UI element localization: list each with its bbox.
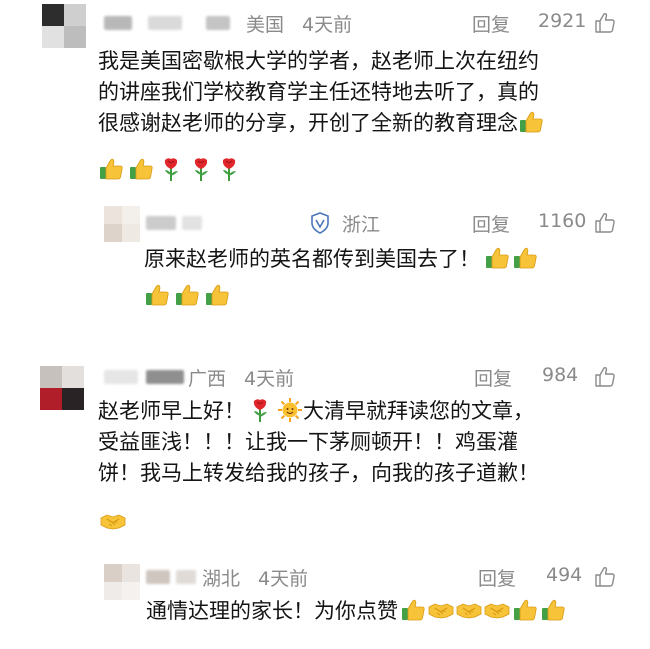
rose-icon	[188, 156, 214, 182]
thumbs-up-icon	[98, 156, 124, 182]
thumbs-up-icon	[540, 597, 566, 623]
avatar[interactable]	[40, 366, 84, 410]
rose-icon	[216, 156, 242, 182]
avatar[interactable]	[104, 564, 140, 600]
comment-line: 我是美国密歇根大学的学者，赵老师上次在纽约	[98, 49, 539, 73]
comment-meta: 湖北 4天前 回复 494	[146, 564, 626, 590]
comment-2-reply: 浙江 回复 1160 原来赵老师的英名都传到美国去了！	[0, 196, 650, 336]
username-blurred[interactable]	[146, 216, 176, 230]
vip-shield-icon	[311, 212, 329, 234]
username-blurred[interactable]	[148, 16, 182, 30]
comment-line-text: 通情达理的家长！为你点赞	[146, 599, 398, 623]
username-blurred[interactable]	[206, 16, 230, 30]
handshake-icon	[484, 597, 510, 623]
rose-icon	[247, 397, 273, 423]
handshake-icon	[428, 597, 454, 623]
region-label: 美国	[246, 14, 285, 36]
username-blurred[interactable]	[104, 370, 138, 384]
like-count: 2921	[538, 10, 587, 32]
thumbs-up-icon	[128, 156, 154, 182]
comment-line-text: 原来赵老师的英名都传到美国去了！	[144, 247, 480, 271]
comment-line: 赵老师早上好！ 大清早就拜读您的文章，	[98, 396, 539, 427]
rose-icon	[158, 156, 184, 182]
like-icon[interactable]	[594, 12, 616, 34]
timestamp: 4天前	[302, 14, 353, 36]
username-blurred[interactable]	[176, 570, 196, 584]
comment-meta: 浙江 回复 1160	[146, 210, 626, 236]
emoji-row	[98, 156, 258, 186]
like-icon[interactable]	[594, 566, 616, 588]
timestamp: 4天前	[258, 568, 309, 590]
region-label: 广西	[188, 368, 227, 390]
region-label: 浙江	[342, 214, 381, 236]
avatar[interactable]	[104, 206, 140, 242]
region-label: 湖北	[202, 568, 241, 590]
comment-3: 广西 4天前 回复 984 赵老师早上好！ 大清早就拜读您的文章， 受益匪浅！！！…	[0, 360, 650, 540]
reply-button[interactable]: 回复	[474, 364, 512, 391]
reply-button[interactable]: 回复	[472, 210, 510, 237]
reply-button[interactable]: 回复	[472, 10, 510, 37]
emoji-row	[144, 282, 244, 312]
comment-text: 原来赵老师的英名都传到美国去了！	[144, 244, 538, 275]
avatar[interactable]	[42, 4, 86, 48]
handshake-icon	[100, 508, 126, 534]
thumbs-up-icon	[484, 245, 510, 271]
username-blurred[interactable]	[146, 370, 184, 384]
thumbs-up-icon	[518, 109, 544, 135]
comment-line: 的讲座我们学校教育学主任还特地去听了，真的	[98, 80, 539, 104]
thumbs-up-icon	[512, 245, 538, 271]
comment-line-text: 大清早就拜读您的文章，	[303, 399, 534, 423]
emoji-row	[100, 508, 140, 538]
comment-text: 赵老师早上好！ 大清早就拜读您的文章， 受益匪浅！！！让我一下茅厕顿开！！鸡蛋灌 …	[98, 396, 539, 489]
reply-button[interactable]: 回复	[478, 564, 516, 591]
thumbs-up-icon	[174, 282, 200, 308]
comment-1: 美国 4天前 回复 2921 我是美国密歇根大学的学者，赵老师上次在纽约 的讲座…	[0, 0, 650, 190]
comment-line: 原来赵老师的英名都传到美国去了！	[144, 244, 538, 275]
like-icon[interactable]	[594, 212, 616, 234]
comment-line: 很感谢赵老师的分享，开创了全新的教育理念	[98, 108, 544, 139]
username-blurred[interactable]	[146, 570, 170, 584]
comment-line: 饼！我马上转发给我的孩子，向我的孩子道歉！	[98, 461, 539, 485]
like-icon[interactable]	[594, 366, 616, 388]
thumbs-up-icon	[204, 282, 230, 308]
comment-line-text: 很感谢赵老师的分享，开创了全新的教育理念	[98, 111, 518, 135]
thumbs-up-icon	[144, 282, 170, 308]
like-count: 984	[542, 364, 579, 386]
username-blurred[interactable]	[104, 16, 132, 30]
comment-4-reply: 湖北 4天前 回复 494 通情达理的家长！为你点赞	[0, 556, 650, 649]
like-count: 494	[546, 564, 583, 586]
timestamp: 4天前	[244, 368, 295, 390]
comment-text: 我是美国密歇根大学的学者，赵老师上次在纽约 的讲座我们学校教育学主任还特地去听了…	[98, 46, 544, 139]
comment-line-text: 赵老师早上好！	[98, 399, 245, 423]
username-blurred[interactable]	[182, 216, 202, 230]
like-count: 1160	[538, 210, 587, 232]
comment-meta: 美国 4天前 回复 2921	[104, 10, 624, 36]
thumbs-up-icon	[512, 597, 538, 623]
thumbs-up-icon	[400, 597, 426, 623]
comment-text: 通情达理的家长！为你点赞	[146, 596, 566, 627]
comment-meta: 广西 4天前 回复 984	[104, 364, 624, 390]
handshake-icon	[456, 597, 482, 623]
comment-line: 受益匪浅！！！让我一下茅厕顿开！！鸡蛋灌	[98, 430, 518, 454]
comment-line: 通情达理的家长！为你点赞	[146, 596, 566, 627]
sun-icon	[277, 397, 303, 423]
